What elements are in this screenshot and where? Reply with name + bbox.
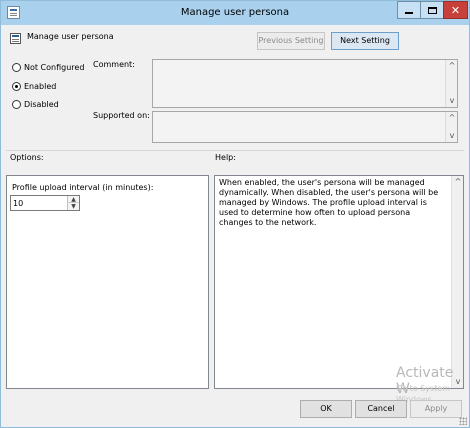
upload-interval-stepper[interactable]: ▲ ▼: [10, 195, 80, 211]
scroll-up-icon[interactable]: ^: [446, 113, 458, 123]
setting-icon: [10, 33, 21, 44]
options-label: Options:: [10, 153, 44, 162]
cancel-button[interactable]: Cancel: [355, 400, 407, 418]
radio-disabled-circle[interactable]: [12, 99, 21, 109]
section-divider: [6, 150, 464, 151]
scroll-up-icon[interactable]: ^: [452, 177, 464, 187]
scroll-up-icon[interactable]: ^: [446, 61, 458, 71]
ok-button[interactable]: OK: [300, 400, 352, 418]
spin-buttons[interactable]: ▲ ▼: [67, 196, 79, 210]
radio-enabled-label: Enabled: [24, 81, 57, 91]
comment-label: Comment:: [93, 60, 135, 69]
radio-not-configured[interactable]: Not Configured: [12, 61, 84, 73]
scroll-down-icon[interactable]: v: [446, 96, 458, 106]
upload-interval-label: Profile upload interval (in minutes):: [12, 183, 154, 192]
setting-title: Manage user persona: [27, 32, 114, 41]
radio-not-configured-label: Not Configured: [24, 62, 85, 72]
radio-disabled[interactable]: Disabled: [12, 98, 59, 110]
comment-textbox[interactable]: ^ v: [152, 59, 458, 108]
previous-setting-button[interactable]: Previous Setting: [257, 32, 325, 50]
scroll-down-icon[interactable]: v: [446, 131, 458, 141]
help-text: When enabled, the user's persona will be…: [219, 178, 439, 227]
activation-watermark-subtext: Go to System: [396, 384, 451, 393]
resize-grip-icon[interactable]: [459, 417, 467, 425]
radio-enabled[interactable]: Enabled: [12, 80, 56, 92]
help-panel: When enabled, the user's persona will be…: [214, 175, 464, 389]
radio-enabled-circle[interactable]: [12, 81, 21, 91]
spin-down-icon[interactable]: ▼: [68, 203, 79, 210]
comment-scrollbar[interactable]: ^ v: [445, 60, 457, 107]
upload-interval-input[interactable]: [12, 196, 68, 210]
title-bar[interactable]: Manage user persona ✕: [1, 1, 469, 25]
apply-button[interactable]: Apply: [410, 400, 462, 418]
radio-not-configured-circle[interactable]: [12, 62, 21, 72]
next-setting-button[interactable]: Next Setting: [331, 32, 399, 50]
supported-on-textbox: ^ v: [152, 111, 458, 143]
spin-up-icon[interactable]: ▲: [68, 196, 79, 203]
help-scrollbar[interactable]: ^ v: [451, 176, 463, 388]
minimize-icon: [405, 12, 413, 14]
supported-on-scrollbar[interactable]: ^ v: [445, 112, 457, 142]
close-button[interactable]: ✕: [443, 1, 468, 19]
radio-disabled-label: Disabled: [24, 99, 59, 109]
help-label: Help:: [215, 153, 236, 162]
maximize-icon: [427, 6, 437, 14]
dialog-window: Manage user persona ✕ Manage user person…: [0, 0, 470, 428]
supported-on-label: Supported on:: [93, 111, 150, 120]
close-icon: ✕: [450, 3, 461, 17]
maximize-button[interactable]: [420, 1, 444, 19]
minimize-button[interactable]: [397, 1, 421, 19]
